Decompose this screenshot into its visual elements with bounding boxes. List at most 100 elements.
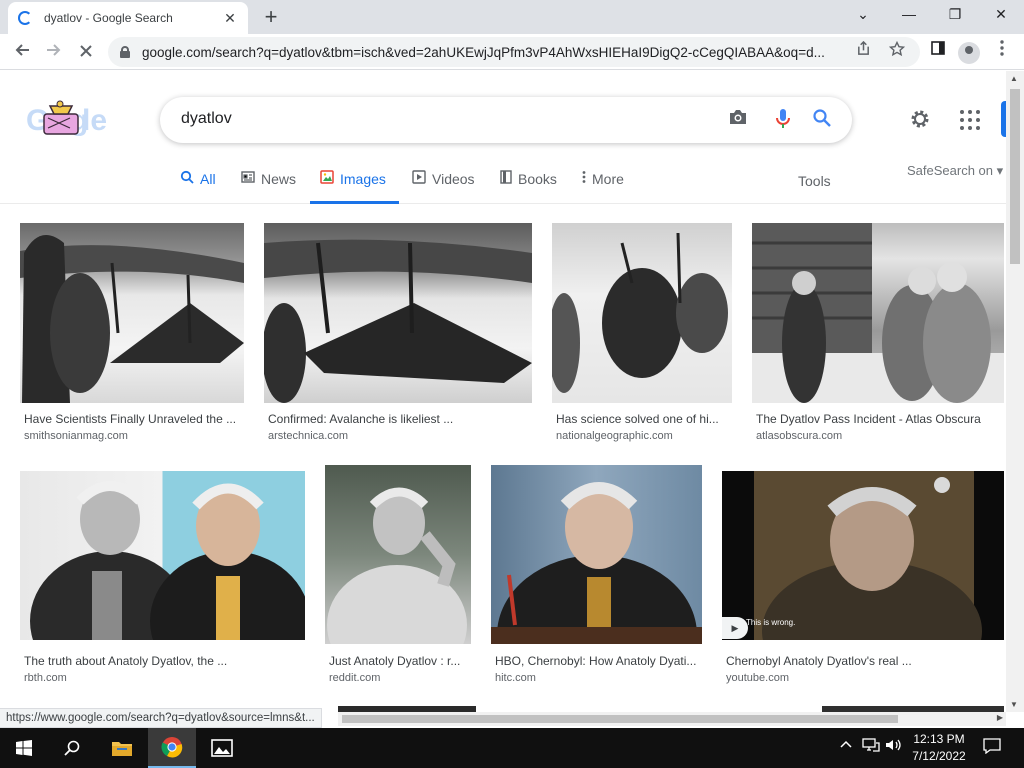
image-result[interactable]: HBO, Chernobyl: How Anatoly Dyati... hit… xyxy=(491,465,702,687)
horizontal-scrollbar[interactable]: ▶ xyxy=(338,712,1006,726)
notifications-icon[interactable] xyxy=(983,738,1001,757)
arrow-left-icon xyxy=(15,44,29,56)
system-clock[interactable]: 12:13 PM 7/12/2022 xyxy=(906,731,972,765)
result-source: arstechnica.com xyxy=(268,430,349,442)
chevron-up-icon[interactable] xyxy=(840,738,852,753)
image-result[interactable]: Have Scientists Finally Unraveled the ..… xyxy=(20,223,244,445)
back-button[interactable] xyxy=(10,40,34,64)
result-title: Has science solved one of hi... xyxy=(556,412,719,426)
address-bar[interactable]: google.com/search?q=dyatlov&tbm=isch&ved… xyxy=(108,37,920,67)
scroll-right-arrow-icon[interactable]: ▶ xyxy=(997,713,1003,722)
result-thumbnail xyxy=(20,223,244,403)
image-icon xyxy=(320,170,334,189)
scroll-down-arrow-icon[interactable]: ▼ xyxy=(1010,700,1018,709)
tab-more[interactable]: More xyxy=(582,170,624,204)
bookmark-star-icon[interactable] xyxy=(886,40,908,63)
image-result[interactable]: The truth about Anatoly Dyatlov, the ...… xyxy=(20,471,305,687)
result-thumbnail xyxy=(491,465,702,644)
taskbar-photos[interactable] xyxy=(198,728,246,768)
tab-title: dyatlov - Google Search xyxy=(44,11,173,25)
result-thumbnail xyxy=(264,223,532,403)
horizontal-scrollbar-thumb[interactable] xyxy=(342,715,898,723)
book-icon xyxy=(500,170,512,189)
share-icon[interactable] xyxy=(852,40,874,63)
tab-search-button[interactable]: ⌄ xyxy=(840,0,886,30)
result-thumbnail: ▶ This is wrong. xyxy=(722,471,1004,640)
profile-avatar[interactable] xyxy=(958,42,980,64)
image-icon xyxy=(211,739,233,757)
image-result[interactable]: ▶ This is wrong. Chernobyl Anatoly Dyatl… xyxy=(722,471,1004,687)
new-tab-button[interactable]: + xyxy=(258,4,284,30)
search-nav: All News Images Videos Books More xyxy=(0,162,1006,204)
network-icon[interactable] xyxy=(862,738,880,755)
tab-all-label: All xyxy=(200,171,216,187)
close-window-button[interactable]: ✕ xyxy=(978,0,1024,30)
tab-close-icon[interactable]: ✕ xyxy=(222,10,238,27)
start-button[interactable] xyxy=(0,728,48,768)
scroll-up-arrow-icon[interactable]: ▲ xyxy=(1010,74,1018,83)
vertical-scrollbar[interactable]: ▲ ▼ xyxy=(1006,71,1024,712)
result-source: rbth.com xyxy=(24,672,67,684)
settings-gear-icon[interactable] xyxy=(907,107,933,133)
result-thumbnail xyxy=(552,223,732,403)
image-result[interactable]: Confirmed: Avalanche is likeliest ... ar… xyxy=(264,223,532,445)
search-icon xyxy=(64,740,80,756)
search-icon[interactable] xyxy=(810,108,834,132)
safesearch-toggle[interactable]: SafeSearch on ▾ xyxy=(907,163,1003,179)
clock-time: 12:13 PM xyxy=(913,732,965,746)
lock-icon xyxy=(120,46,130,58)
search-box[interactable]: dyatlov xyxy=(160,97,852,143)
result-thumbnail xyxy=(752,223,1004,403)
camera-icon[interactable] xyxy=(726,108,750,132)
tab-images[interactable]: Images xyxy=(310,170,399,204)
chrome-icon xyxy=(161,737,183,758)
loading-spinner-icon xyxy=(18,11,32,25)
tab-strip: dyatlov - Google Search ✕ + ⌄ — ❐ ✕ xyxy=(0,0,1024,34)
clock-date: 7/12/2022 xyxy=(912,749,966,763)
tab-videos[interactable]: Videos xyxy=(412,170,475,204)
status-bar-url: https://www.google.com/search?q=dyatlov&… xyxy=(0,708,322,728)
tab-news[interactable]: News xyxy=(241,170,296,204)
result-title: HBO, Chernobyl: How Anatoly Dyati... xyxy=(495,654,697,668)
taskbar-file-explorer[interactable] xyxy=(98,728,146,768)
image-result[interactable]: The Dyatlov Pass Incident - Atlas Obscur… xyxy=(752,223,1004,445)
kebab-menu-icon[interactable] xyxy=(990,40,1014,64)
image-result[interactable]: Just Anatoly Dyatlov : r... reddit.com xyxy=(325,465,471,687)
windows-taskbar: 12:13 PM 7/12/2022 xyxy=(0,728,1024,768)
taskbar-chrome[interactable] xyxy=(148,728,196,768)
result-thumbnail xyxy=(325,465,471,644)
browser-tab[interactable]: dyatlov - Google Search ✕ xyxy=(8,2,248,34)
tab-all[interactable]: All xyxy=(180,170,216,204)
arrow-right-icon xyxy=(47,44,61,56)
taskbar-search-button[interactable] xyxy=(48,728,96,768)
tab-books-label: Books xyxy=(518,171,557,187)
side-panel-icon[interactable] xyxy=(926,40,950,64)
forward-button[interactable] xyxy=(42,40,66,64)
result-title: The truth about Anatoly Dyatlov, the ... xyxy=(24,654,228,668)
search-input[interactable]: dyatlov xyxy=(181,110,232,128)
news-icon xyxy=(241,170,255,188)
tab-books[interactable]: Books xyxy=(500,170,557,204)
tools-button[interactable]: Tools xyxy=(798,173,831,189)
close-icon xyxy=(80,45,92,57)
image-result[interactable]: Has science solved one of hi... national… xyxy=(552,223,732,445)
tab-more-label: More xyxy=(592,171,624,187)
result-title: Have Scientists Finally Unraveled the ..… xyxy=(24,412,237,426)
minimize-button[interactable]: — xyxy=(886,0,932,30)
result-title: Chernobyl Anatoly Dyatlov's real ... xyxy=(726,654,912,668)
more-vert-icon xyxy=(582,170,586,189)
result-source: atlasobscura.com xyxy=(756,430,843,442)
result-title: The Dyatlov Pass Incident - Atlas Obscur… xyxy=(756,412,981,426)
google-doodle-logo[interactable]: G le g xyxy=(26,100,114,140)
vertical-scrollbar-thumb[interactable] xyxy=(1010,89,1020,264)
play-icon[interactable]: ▶ xyxy=(722,617,748,639)
volume-icon[interactable] xyxy=(885,738,903,755)
result-source: youtube.com xyxy=(726,672,789,684)
search-icon xyxy=(180,170,194,189)
google-apps-icon[interactable] xyxy=(960,110,980,130)
url-text: google.com/search?q=dyatlov&tbm=isch&ved… xyxy=(142,44,825,60)
stop-button[interactable] xyxy=(74,40,98,64)
microphone-icon[interactable] xyxy=(771,108,795,132)
restore-button[interactable]: ❐ xyxy=(932,0,978,30)
play-icon xyxy=(412,170,426,189)
